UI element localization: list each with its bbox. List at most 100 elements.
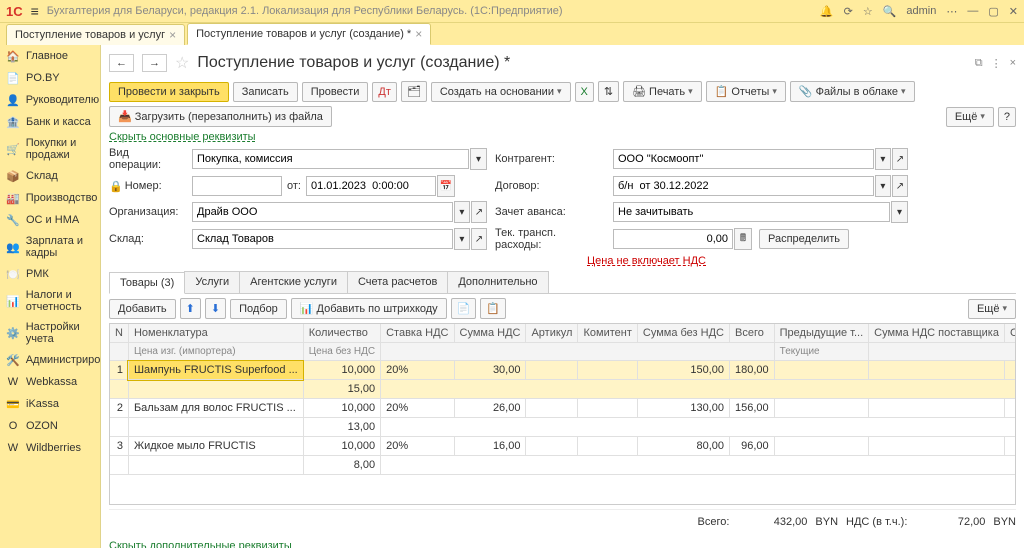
date-input[interactable] [306, 176, 436, 196]
doc-tab-0[interactable]: Товары (3) [109, 272, 185, 294]
add-by-barcode-button[interactable]: 📊 Добавить по штрихкоду [291, 298, 447, 319]
col-schetr[interactable]: Счет расчетов [1004, 324, 1016, 343]
sklad-input[interactable] [192, 229, 453, 249]
user-label[interactable]: admin [906, 5, 936, 17]
zachet-input[interactable] [613, 202, 890, 222]
close-window-icon[interactable]: ✕ [1009, 5, 1018, 18]
nomer-input[interactable] [192, 176, 282, 196]
add-row-button[interactable]: Добавить [109, 299, 176, 319]
sidebar-item-7[interactable]: 🔧ОС и НМА [0, 209, 100, 231]
table-row[interactable]: 3Жидкое мыло FRUCTIS10,00020%16,0080,009… [110, 437, 1016, 456]
tab-document-2[interactable]: Поступление товаров и услуг (создание) *… [187, 23, 431, 45]
dt-kt-icon[interactable]: Дт [372, 82, 397, 102]
price-nds-link[interactable]: Цена не включает НДС [587, 255, 706, 267]
post-and-close-button[interactable]: Провести и закрыть [109, 82, 229, 102]
sidebar-item-11[interactable]: ⚙️Настройки учета [0, 317, 100, 349]
table-row[interactable]: 2Бальзам для волос FRUCTIS ...10,00020%2… [110, 399, 1016, 418]
table-row[interactable]: 1Шампунь FRUCTIS Superfood ...10,00020%3… [110, 361, 1016, 380]
calendar-icon[interactable]: 📅 [437, 175, 455, 197]
col-qty[interactable]: Количество [303, 324, 380, 343]
vid-op-input[interactable] [192, 149, 469, 169]
table-row-sub[interactable]: 8,00 [110, 456, 1016, 475]
open-new-window-icon[interactable]: ⧉ [975, 57, 983, 70]
structure-icon[interactable]: 🗂 [401, 81, 427, 102]
more-button[interactable]: Ещё▾ [946, 107, 994, 127]
sidebar-item-4[interactable]: 🛒Покупки и продажи [0, 133, 100, 165]
forward-button[interactable]: → [142, 54, 167, 72]
sidebar-item-6[interactable]: 🏭Производство [0, 187, 100, 209]
menu-icon[interactable]: ≡ [31, 3, 39, 19]
save-button[interactable]: Записать [233, 82, 298, 102]
doc-tab-4[interactable]: Дополнительно [447, 271, 548, 293]
move-down-icon[interactable]: ⬇ [205, 298, 226, 319]
table-row-sub[interactable]: 13,00 [110, 418, 1016, 437]
paste-icon[interactable]: 📋 [480, 298, 506, 319]
open-icon[interactable]: ↗ [471, 228, 487, 250]
excel-export-icon[interactable]: X [575, 82, 594, 102]
dropdown-icon[interactable]: ▾ [875, 175, 891, 197]
col-snn[interactable]: Сумма без НДС [637, 324, 729, 343]
create-based-on-button[interactable]: Создать на основании▾ [431, 82, 571, 102]
tek-rashody-input[interactable] [613, 229, 733, 249]
sidebar-item-2[interactable]: 👤Руководителю [0, 89, 100, 111]
hide-extra-link[interactable]: Скрыть дополнительные реквизиты [109, 540, 292, 548]
col-ndspost[interactable]: Сумма НДС поставщика [869, 324, 1005, 343]
col-n[interactable]: N [110, 324, 128, 343]
raspredelit-button[interactable]: Распределить [759, 229, 849, 249]
restore-icon[interactable]: ▢ [988, 5, 998, 18]
move-up-icon[interactable]: ⬆ [180, 298, 201, 319]
col-snds[interactable]: Сумма НДС [454, 324, 526, 343]
sidebar-item-0[interactable]: 🏠Главное [0, 45, 100, 67]
col-stavka[interactable]: Ставка НДС [381, 324, 454, 343]
doc-tab-3[interactable]: Счета расчетов [347, 271, 448, 293]
doc-tab-2[interactable]: Агентские услуги [239, 271, 348, 293]
sidebar-item-1[interactable]: 📄PO.BY [0, 67, 100, 89]
col-pred[interactable]: Предыдущие т... [774, 324, 869, 343]
col-nom[interactable]: Номенклатура [128, 324, 303, 343]
open-icon[interactable]: ↗ [471, 201, 487, 223]
sidebar-item-10[interactable]: 📊Налоги и отчетность [0, 285, 100, 317]
sidebar-item-16[interactable]: WWildberries [0, 437, 100, 459]
close-page-icon[interactable]: × [1010, 57, 1016, 70]
dropdown-icon[interactable]: ▾ [875, 148, 891, 170]
back-button[interactable]: ← [109, 54, 134, 72]
table-more-button[interactable]: Ещё▾ [968, 299, 1016, 319]
sidebar-item-14[interactable]: 💳iKassa [0, 393, 100, 415]
tab-document-1[interactable]: Поступление товаров и услуг × [6, 24, 185, 45]
org-input[interactable] [192, 202, 453, 222]
reports-button[interactable]: 📋 Отчеты▾ [706, 81, 786, 102]
dropdown-icon[interactable]: ▾ [891, 201, 908, 223]
bell-icon[interactable]: 🔔 [820, 5, 834, 18]
lock-icon[interactable]: 🔒 [109, 180, 123, 193]
close-icon[interactable]: × [169, 28, 176, 42]
dogovor-input[interactable] [613, 176, 874, 196]
sidebar-item-15[interactable]: OOZON [0, 415, 100, 437]
print-button[interactable]: 🖨 Печать▾ [623, 81, 702, 102]
sidebar-item-12[interactable]: 🛠️Администрирование [0, 349, 100, 371]
sidebar-item-13[interactable]: WWebkassa [0, 371, 100, 393]
minimize-icon[interactable]: — [967, 5, 978, 17]
col-art[interactable]: Артикул [526, 324, 578, 343]
col-komit[interactable]: Комитент [578, 324, 637, 343]
hide-main-link[interactable]: Скрыть основные реквизиты [109, 131, 1016, 143]
search-icon[interactable]: 🔍 [883, 5, 897, 18]
settings-icon[interactable]: ⋯ [946, 5, 957, 18]
help-button[interactable]: ? [998, 107, 1016, 127]
dropdown-icon[interactable]: ▾ [470, 148, 487, 170]
dropdown-icon[interactable]: ▾ [454, 228, 470, 250]
post-button[interactable]: Провести [302, 82, 369, 102]
history-icon[interactable]: ⟳ [844, 5, 853, 18]
sidebar-item-3[interactable]: 🏦Банк и касса [0, 111, 100, 133]
compare-icon[interactable]: ⇅ [598, 81, 619, 102]
table-row-sub[interactable]: 15,00 [110, 380, 1016, 399]
close-icon[interactable]: × [415, 27, 422, 41]
open-icon[interactable]: ↗ [892, 148, 908, 170]
sidebar-item-8[interactable]: 👥Зарплата и кадры [0, 231, 100, 263]
more-vertical-icon[interactable]: ⋮ [991, 57, 1002, 70]
doc-tab-1[interactable]: Услуги [184, 271, 240, 293]
col-vsego[interactable]: Всего [729, 324, 774, 343]
copy-icon[interactable]: 📄 [451, 298, 477, 319]
kontragent-input[interactable] [613, 149, 874, 169]
dropdown-icon[interactable]: ▾ [454, 201, 470, 223]
sidebar-item-5[interactable]: 📦Склад [0, 165, 100, 187]
